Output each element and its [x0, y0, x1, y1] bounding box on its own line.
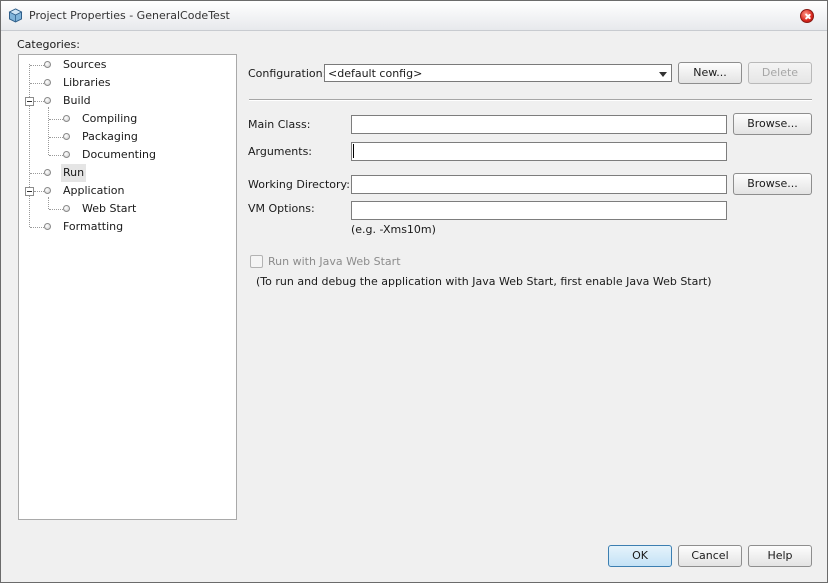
- configuration-select[interactable]: <default config>: [324, 64, 672, 82]
- working-directory-browse-button[interactable]: Browse...: [733, 173, 812, 195]
- working-directory-input[interactable]: [351, 175, 727, 194]
- vm-options-hint: (e.g. -Xms10m): [351, 223, 436, 236]
- tree-item-formatting[interactable]: Formatting: [19, 218, 219, 236]
- tree-item-label: Packaging: [82, 130, 138, 143]
- tree-item-documenting[interactable]: Documenting: [19, 146, 219, 164]
- section-separator: [249, 99, 812, 101]
- configuration-label: Configuration:: [248, 67, 327, 80]
- chevron-down-icon: [659, 72, 667, 77]
- working-directory-label: Working Directory:: [248, 178, 350, 191]
- help-button[interactable]: Help: [748, 545, 812, 567]
- tree-item-compiling[interactable]: Compiling: [19, 110, 219, 128]
- node-bullet-icon: [44, 79, 51, 86]
- tree-item-label: Run: [61, 164, 87, 182]
- node-bullet-icon: [44, 223, 51, 230]
- title-bar: Project Properties - GeneralCodeTest: [1, 1, 827, 31]
- node-bullet-icon: [44, 169, 51, 176]
- new-config-button[interactable]: New...: [678, 62, 742, 84]
- tree-item-label: Web Start: [82, 202, 137, 215]
- tree-item-run[interactable]: Run: [19, 164, 219, 182]
- tree-item-label: Sources: [63, 58, 107, 71]
- tree-item-label: Compiling: [82, 112, 138, 125]
- tree-item-label: Application: [63, 184, 125, 197]
- tree-item-application[interactable]: Application: [19, 182, 219, 200]
- tree-item-label: Formatting: [63, 220, 124, 233]
- tree-item-web-start[interactable]: Web Start: [19, 200, 219, 218]
- tree-item-sources[interactable]: Sources: [19, 56, 219, 74]
- ok-button[interactable]: OK: [608, 545, 672, 567]
- node-bullet-icon: [63, 133, 70, 140]
- project-properties-dialog: Project Properties - GeneralCodeTest Cat…: [0, 0, 828, 583]
- tree-item-label: Documenting: [82, 148, 156, 161]
- node-bullet-icon: [44, 187, 51, 194]
- close-icon[interactable]: [800, 9, 814, 23]
- tree-item-label: Libraries: [63, 76, 111, 89]
- main-class-browse-button[interactable]: Browse...: [733, 113, 812, 135]
- tree-item-libraries[interactable]: Libraries: [19, 74, 219, 92]
- main-class-label: Main Class:: [248, 118, 311, 131]
- vm-options-input[interactable]: [351, 201, 727, 220]
- run-with-web-start-checkbox[interactable]: [250, 255, 263, 268]
- arguments-label: Arguments:: [248, 145, 313, 158]
- tree-item-label: Build: [63, 94, 91, 107]
- cancel-button[interactable]: Cancel: [678, 545, 742, 567]
- node-bullet-icon: [63, 205, 70, 212]
- main-class-input[interactable]: [351, 115, 727, 134]
- arguments-input[interactable]: [351, 142, 727, 161]
- tree-item-packaging[interactable]: Packaging: [19, 128, 219, 146]
- node-bullet-icon: [44, 97, 51, 104]
- text-caret: [353, 144, 354, 158]
- configuration-value: <default config>: [328, 67, 423, 80]
- node-bullet-icon: [63, 151, 70, 158]
- delete-config-button[interactable]: Delete: [748, 62, 812, 84]
- vm-options-label: VM Options:: [248, 202, 315, 215]
- run-with-web-start-label: Run with Java Web Start: [268, 255, 401, 268]
- categories-tree[interactable]: Sources Libraries Build Compiling Packag…: [18, 54, 237, 520]
- categories-label: Categories:: [17, 38, 80, 51]
- tree-item-build[interactable]: Build: [19, 92, 219, 110]
- netbeans-cube-icon: [8, 8, 23, 23]
- node-bullet-icon: [63, 115, 70, 122]
- window-title: Project Properties - GeneralCodeTest: [29, 9, 230, 22]
- node-bullet-icon: [44, 61, 51, 68]
- web-start-note: (To run and debug the application with J…: [256, 275, 712, 288]
